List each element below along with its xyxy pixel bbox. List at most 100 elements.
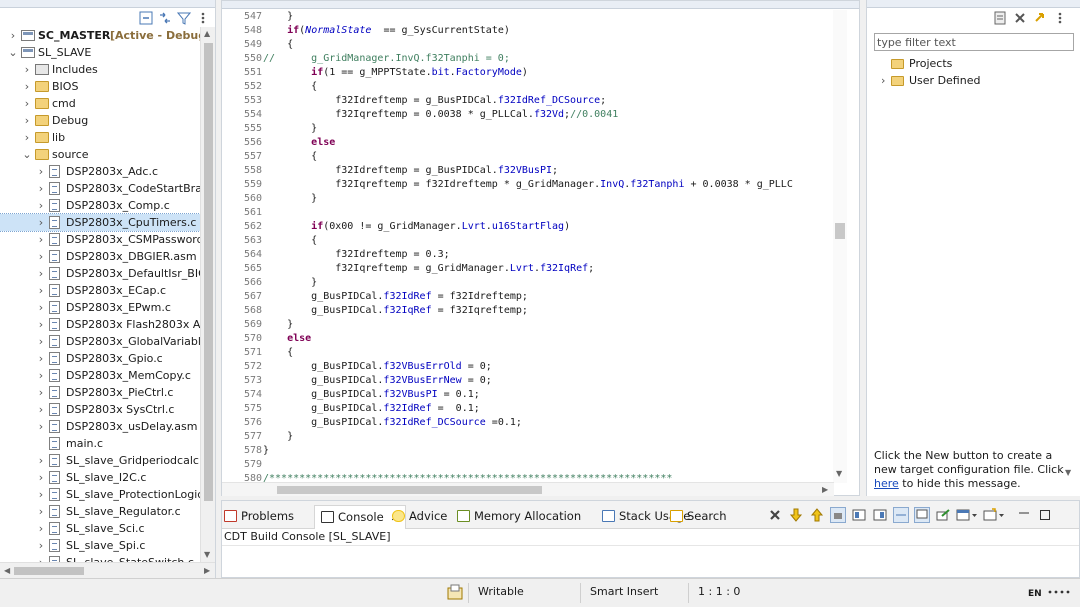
chevron-right-icon[interactable]: › [36,163,46,180]
code-line[interactable]: 576 g_BusPIDCal.f32IdRef_DCSource =0.1; [222,416,834,430]
editor-hscroll-thumb[interactable] [277,486,542,494]
minimize-icon[interactable] [1016,507,1032,523]
chevron-right-icon[interactable]: › [36,469,46,486]
tree-item[interactable]: › DSP2803x SysCtrl.c [0,401,200,418]
word-wrap-icon[interactable] [872,507,888,523]
code-line[interactable]: 571 { [222,346,834,360]
tree-item[interactable]: › DSP2803x_CSMPasswords. [0,231,213,248]
chevron-right-icon[interactable]: › [36,503,46,520]
code-line[interactable]: 568 g_BusPIDCal.f32IqRef = f32Iqreftemp; [222,304,834,318]
chevron-right-icon[interactable]: › [36,418,46,435]
code-line[interactable]: 562 if(0x00 != g_GridManager.Lvrt.u16Sta… [222,220,834,234]
view-menu-icon[interactable] [1052,10,1068,26]
explorer-horizontal-scrollbar[interactable]: ◀ ▶ [0,562,215,578]
filter-icon[interactable] [176,10,192,26]
notification-icon[interactable] [446,584,464,605]
chevron-down-icon[interactable]: ⌄ [22,146,32,163]
remove-launches-icon[interactable] [767,507,783,523]
code-line[interactable]: 572 g_BusPIDCal.f32VBusErrOld = 0; [222,360,834,374]
code-line[interactable]: 552 { [222,80,834,94]
scroll-down-icon[interactable]: ▼ [1065,468,1071,477]
display-console-icon[interactable] [914,507,930,523]
delete-icon[interactable] [1012,10,1028,26]
chevron-right-icon[interactable]: › [36,452,46,469]
chevron-down-icon[interactable]: ⌄ [8,44,18,61]
code-line[interactable]: 555 } [222,122,834,136]
explorer-vertical-scrollbar[interactable]: ▲ ▼ [200,27,215,562]
chevron-right-icon[interactable]: › [36,299,46,316]
code-line[interactable]: 565 f32Iqreftemp = g_GridManager.Lvrt.f3… [222,262,834,276]
tree-item[interactable]: › SL_slave_Gridperiodcalc.c [0,452,208,469]
tree-item[interactable]: › SL_slave_Sci.c [0,520,200,537]
code-line[interactable]: 559 f32Iqreftemp = f32Idreftemp * g_Grid… [222,178,834,192]
editor-horizontal-scrollbar[interactable]: ▶ [222,482,834,496]
code-line[interactable]: 570 else [222,332,834,346]
console-output[interactable] [222,545,1079,577]
tree-item[interactable]: › lib [0,129,200,146]
chevron-right-icon[interactable]: › [22,61,32,78]
refresh-icon[interactable] [1032,10,1048,26]
code-area[interactable]: 547 } 548 if(NormalState == g_SysCurrentS… [222,10,834,483]
tree-item[interactable]: › DSP2803x_EPwm.c [0,299,200,316]
console-menu-icon[interactable] [956,507,978,523]
chevron-right-icon[interactable]: › [36,197,46,214]
tree-item[interactable]: › DSP2803x_Gpio.c [0,350,200,367]
scroll-up-icon[interactable]: ▲ [204,29,210,38]
tree-item[interactable]: › DSP2803x_DBGIER.asm [0,248,200,265]
tree-item[interactable]: › DSP2803x_CodeStartBranc [0,180,215,197]
chevron-right-icon[interactable]: › [36,214,46,231]
scroll-right-icon[interactable]: ▶ [204,566,210,575]
code-line[interactable]: 563 { [222,234,834,248]
code-line[interactable]: 560 } [222,192,834,206]
hide-message-link[interactable]: here [874,477,899,490]
chevron-right-icon[interactable]: › [36,486,46,503]
scroll-left-icon[interactable]: ◀ [4,566,10,575]
code-line[interactable]: 577 } [222,430,834,444]
chevron-right-icon[interactable]: › [36,333,46,350]
code-line[interactable]: 574 g_BusPIDCal.f32VBusPI = 0.1; [222,388,834,402]
code-line[interactable]: 567 g_BusPIDCal.f32IdRef = f32Idreftemp; [222,290,834,304]
tree-item[interactable]: › DSP2803x_DefaultIsr_BIOS. [0,265,215,282]
code-line[interactable]: 549 { [222,38,834,52]
collapse-all-icon[interactable] [138,10,154,26]
new-target-config-icon[interactable] [992,10,1008,26]
chevron-right-icon[interactable]: › [22,95,32,112]
explorer-hscroll-thumb[interactable] [14,567,84,575]
tab-search[interactable]: Search [670,507,727,525]
insert-mode-status[interactable]: Smart Insert [590,585,658,598]
next-arrow-icon[interactable] [788,507,804,523]
explorer-scroll-thumb[interactable] [204,43,213,501]
chevron-right-icon[interactable]: › [36,537,46,554]
code-line[interactable]: 566 } [222,276,834,290]
chevron-right-icon[interactable]: › [36,231,46,248]
tree-item[interactable]: ⌄ SL_SLAVE [0,44,200,61]
chevron-right-icon[interactable]: › [22,112,32,129]
code-line[interactable]: 553 f32Idreftemp = g_BusPIDCal.f32IdRef_… [222,94,834,108]
code-line[interactable]: 564 f32Idreftemp = 0.3; [222,248,834,262]
code-line[interactable]: 558 f32Idreftemp = g_BusPIDCal.f32VBusPI… [222,164,834,178]
chevron-right-icon[interactable]: › [881,72,885,89]
code-editor[interactable]: 547 } 548 if(NormalState == g_SysCurrentS… [221,0,860,496]
ime-indicator[interactable]: EN [1028,589,1042,599]
scroll-down-icon[interactable]: ▼ [204,550,210,559]
code-line[interactable]: 548 if(NormalState == g_SysCurrentState) [222,24,834,38]
chevron-right-icon[interactable]: › [36,401,46,418]
tree-item[interactable]: ⌄ source [0,146,200,163]
ime-menu-icon[interactable] [1046,585,1072,602]
tab-advice[interactable]: Advice [392,507,447,525]
tree-item[interactable]: › cmd [0,95,200,112]
editor-scroll-thumb[interactable] [835,223,845,239]
chevron-right-icon[interactable]: › [36,350,46,367]
code-line[interactable]: 573 g_BusPIDCal.f32VBusErrNew = 0; [222,374,834,388]
tree-item[interactable]: › Debug [0,112,200,129]
pin-console-icon[interactable] [851,507,867,523]
open-console-icon[interactable] [935,507,951,523]
chevron-right-icon[interactable]: › [36,316,46,333]
tree-item[interactable]: › SL_slave_Spi.c [0,537,200,554]
chevron-right-icon[interactable]: › [36,180,46,197]
chevron-right-icon[interactable]: › [36,520,46,537]
chevron-right-icon[interactable]: › [36,367,46,384]
tree-item[interactable]: › BIOS [0,78,200,95]
tree-item[interactable]: › DSP2803x_CpuTimers.c [0,213,201,232]
code-line[interactable]: 579 [222,458,834,472]
